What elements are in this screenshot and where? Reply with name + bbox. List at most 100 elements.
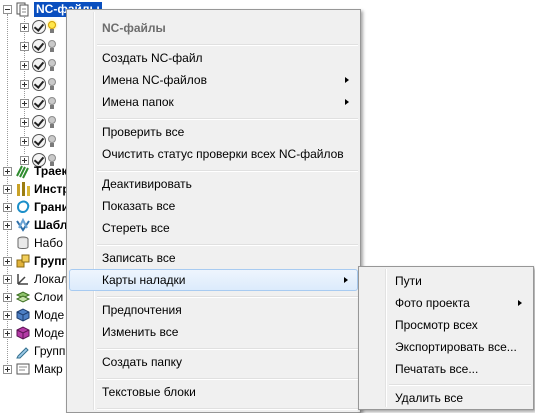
expand-icon[interactable] bbox=[3, 166, 12, 176]
submenu-item-export-all[interactable]: Экспортировать все... bbox=[361, 336, 531, 358]
expand-icon[interactable] bbox=[20, 117, 29, 127]
tree-node-boundaries[interactable]: Грани bbox=[3, 198, 69, 216]
menu-item-label: Просмотр всех bbox=[395, 318, 478, 332]
tree-node-label: Слои bbox=[34, 290, 64, 304]
expand-icon[interactable] bbox=[3, 310, 12, 320]
expand-icon[interactable] bbox=[3, 292, 12, 302]
bulb-icon[interactable] bbox=[47, 77, 57, 91]
group-pencil-icon bbox=[16, 347, 29, 359]
tree-node-groups-alt[interactable]: Групп bbox=[3, 342, 65, 360]
nc-file-row[interactable] bbox=[20, 94, 57, 112]
active-bulb-icon[interactable] bbox=[47, 20, 57, 34]
submenu-item-project-photo[interactable]: Фото проекта bbox=[361, 292, 531, 314]
expand-icon[interactable] bbox=[20, 41, 29, 51]
bulb-icon[interactable] bbox=[47, 96, 57, 110]
tree-node-label: Моде bbox=[34, 326, 65, 340]
menu-item-show-all[interactable]: Показать все bbox=[69, 195, 358, 217]
menu-item-folder-names[interactable]: Имена папок bbox=[69, 91, 358, 113]
expand-icon[interactable] bbox=[20, 136, 29, 146]
menu-item-label: Пути bbox=[395, 274, 422, 288]
tree-node-toolpaths[interactable]: Траек bbox=[3, 162, 68, 180]
tree-node-models[interactable]: Моде bbox=[3, 306, 64, 324]
menu-item-create-nc-file[interactable]: Создать NC-файл bbox=[69, 47, 358, 69]
menu-separator bbox=[97, 170, 358, 172]
submenu-item-paths[interactable]: Пути bbox=[361, 270, 531, 292]
menu-item-label: Показать все bbox=[102, 199, 176, 213]
expand-icon[interactable] bbox=[3, 364, 12, 374]
macro-icon bbox=[16, 363, 30, 375]
tree-node-macros[interactable]: Макр bbox=[3, 360, 63, 378]
submenu-arrow-icon bbox=[518, 300, 522, 306]
submenu-arrow-icon bbox=[345, 99, 349, 105]
tools-icon bbox=[17, 182, 30, 196]
toolpath-icon bbox=[16, 165, 29, 179]
tree-node-label: Групп bbox=[34, 344, 66, 358]
tree-node-label: Набо bbox=[34, 236, 63, 250]
bulb-icon[interactable] bbox=[47, 134, 57, 148]
submenu-arrow-icon bbox=[345, 77, 349, 83]
tree-node-stock[interactable]: Набо bbox=[3, 234, 63, 252]
layers-icon bbox=[15, 291, 31, 303]
tree-node-local-workplanes[interactable]: Локал bbox=[3, 270, 68, 288]
expand-icon[interactable] bbox=[3, 274, 12, 284]
menu-item-edit-all[interactable]: Изменить все bbox=[69, 321, 358, 343]
menu-item-nc-file-names[interactable]: Имена NC-файлов bbox=[69, 69, 358, 91]
nc-file-row[interactable] bbox=[20, 75, 57, 93]
tree-node-templates[interactable]: Шабл bbox=[3, 216, 67, 234]
expand-icon[interactable] bbox=[3, 202, 12, 212]
expand-icon[interactable] bbox=[20, 22, 29, 32]
tree-node-models-alt[interactable]: Моде bbox=[3, 324, 64, 342]
menu-item-write-all[interactable]: Записать все bbox=[69, 247, 358, 269]
menu-item-preferences[interactable]: Предпочтения bbox=[69, 299, 358, 321]
bulb-icon[interactable] bbox=[47, 115, 57, 129]
menu-item-text-blocks[interactable]: Текстовые блоки bbox=[69, 381, 358, 403]
submenu-arrow-icon bbox=[344, 277, 348, 283]
expand-icon[interactable] bbox=[3, 256, 12, 266]
nc-file-row[interactable] bbox=[20, 37, 57, 55]
nc-file-row[interactable] bbox=[20, 56, 57, 74]
menu-separator bbox=[97, 118, 358, 120]
menu-item-label: Создать папку bbox=[102, 355, 182, 369]
menu-item-label: Очистить статус проверки всех NC-файлов bbox=[102, 147, 344, 161]
tree-node-label: Грани bbox=[34, 200, 69, 214]
expand-icon[interactable] bbox=[20, 98, 29, 108]
menu-item-clear-check-status[interactable]: Очистить статус проверки всех NC-файлов bbox=[69, 143, 358, 165]
menu-item-label: Удалить все bbox=[395, 391, 464, 405]
expand-icon[interactable] bbox=[3, 184, 12, 194]
nc-file-row[interactable] bbox=[20, 113, 57, 131]
menu-item-erase-all[interactable]: Стереть все bbox=[69, 217, 358, 239]
menu-item-check-all[interactable]: Проверить все bbox=[69, 121, 358, 143]
menu-item-setup-sheets[interactable]: Карты наладки bbox=[69, 269, 358, 291]
menu-separator bbox=[97, 44, 358, 46]
submenu-item-delete-all[interactable]: Удалить все bbox=[361, 387, 531, 409]
setup-sheets-submenu: Пути Фото проекта Просмотр всех Экспорти… bbox=[358, 266, 534, 410]
menu-item-create-folder[interactable]: Создать папку bbox=[69, 351, 358, 373]
tree-node-tools[interactable]: Инстр bbox=[3, 180, 70, 198]
tree-node-layers[interactable]: Слои bbox=[3, 288, 63, 306]
expand-icon[interactable] bbox=[3, 328, 12, 338]
menu-item-label: Печатать все... bbox=[395, 362, 479, 376]
menu-item-deactivate[interactable]: Деактивировать bbox=[69, 173, 358, 195]
submenu-item-preview-all[interactable]: Просмотр всех bbox=[361, 314, 531, 336]
menu-item-label: Предпочтения bbox=[102, 303, 182, 317]
menu-separator bbox=[97, 378, 358, 380]
tree-node-label: Траек bbox=[34, 164, 68, 178]
nc-file-row[interactable] bbox=[20, 132, 57, 150]
menu-item-label: Фото проекта bbox=[395, 296, 470, 310]
submenu-item-print-all[interactable]: Печатать все... bbox=[361, 358, 531, 380]
menu-item-label: Изменить все bbox=[102, 325, 179, 339]
check-icon bbox=[32, 58, 46, 72]
local-workplane-icon bbox=[17, 274, 28, 285]
expand-icon[interactable] bbox=[3, 220, 12, 230]
check-icon bbox=[32, 115, 46, 129]
expand-icon[interactable] bbox=[20, 60, 29, 70]
tree-node-groups[interactable]: Групп bbox=[3, 252, 69, 270]
menu-separator bbox=[97, 348, 358, 350]
collapse-icon[interactable] bbox=[3, 4, 12, 14]
nc-file-row[interactable] bbox=[20, 18, 57, 36]
stock-icon bbox=[17, 236, 29, 249]
bulb-icon[interactable] bbox=[47, 39, 57, 53]
expand-icon[interactable] bbox=[20, 79, 29, 89]
tree-node-label: Локал bbox=[34, 272, 68, 286]
bulb-icon[interactable] bbox=[47, 58, 57, 72]
